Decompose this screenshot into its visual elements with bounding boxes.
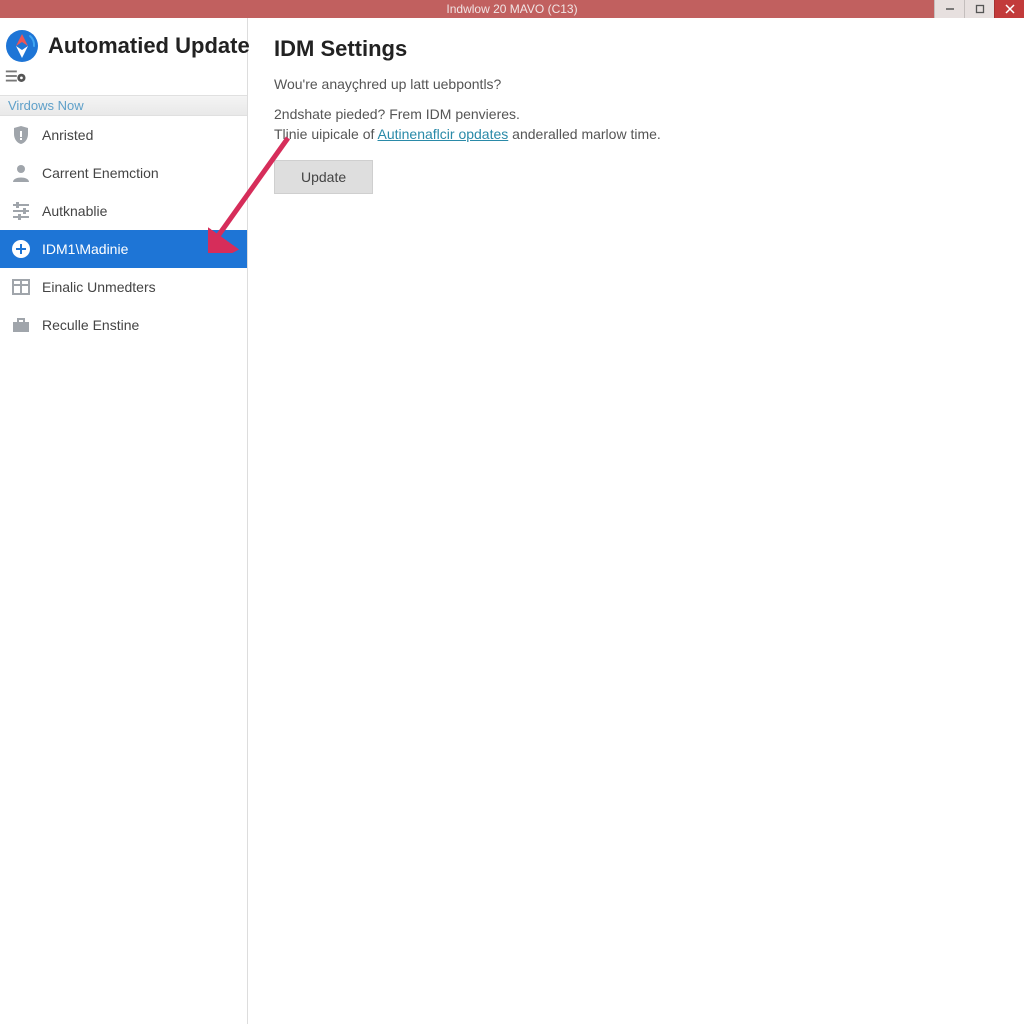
user-icon bbox=[10, 162, 32, 184]
shield-icon bbox=[10, 124, 32, 146]
sidebar-header: Automatied Update bbox=[0, 18, 247, 68]
sidebar-item-label: Carrent Enemction bbox=[42, 165, 159, 181]
paragraph-1: Wou're anayçhred up latt uebpontls? bbox=[274, 76, 998, 92]
sidebar-section-header: Virdows Now bbox=[0, 95, 247, 116]
maximize-icon bbox=[975, 4, 985, 14]
minimize-button[interactable] bbox=[934, 0, 964, 18]
plus-circle-icon bbox=[10, 238, 32, 260]
sidebar-item-idm[interactable]: IDM1\Madinie bbox=[0, 230, 247, 268]
sidebar-item-anristed[interactable]: Anristed bbox=[0, 116, 247, 154]
sidebar-item-autknablie[interactable]: Autknablie bbox=[0, 192, 247, 230]
window-title: Indwlow 20 MAVO (C13) bbox=[446, 2, 577, 16]
sidebar-nav: Anristed Carrent Enemction Autknablie bbox=[0, 116, 247, 344]
window-titlebar: Indwlow 20 MAVO (C13) bbox=[0, 0, 1024, 18]
paragraph-3: Tlinie uipicale of Autinenaflcir opdates… bbox=[274, 126, 998, 142]
sidebar-item-einalic[interactable]: Einalic Unmedters bbox=[0, 268, 247, 306]
sliders-icon bbox=[10, 200, 32, 222]
sidebar: Automatied Update Virdows Now Anristed bbox=[0, 18, 248, 1024]
paragraph-3-post: anderalled marlow time. bbox=[508, 126, 661, 142]
update-button[interactable]: Update bbox=[274, 160, 373, 194]
page-title: IDM Settings bbox=[274, 36, 998, 62]
sidebar-toolbar bbox=[0, 68, 247, 95]
hamburger-gear-icon[interactable] bbox=[4, 68, 26, 87]
sidebar-item-carrent[interactable]: Carrent Enemction bbox=[0, 154, 247, 192]
close-button[interactable] bbox=[994, 0, 1024, 18]
briefcase-icon bbox=[10, 314, 32, 336]
sidebar-item-reculle[interactable]: Reculle Enstine bbox=[0, 306, 247, 344]
grid-icon bbox=[10, 276, 32, 298]
app-body: Automatied Update Virdows Now Anristed bbox=[0, 18, 1024, 1024]
paragraph-2: 2ndshate pieded? Frem IDM penvieres. bbox=[274, 106, 998, 122]
sidebar-item-label: Einalic Unmedters bbox=[42, 279, 156, 295]
window-controls bbox=[934, 0, 1024, 18]
main-panel: IDM Settings Wou're anayçhred up latt ue… bbox=[248, 18, 1024, 1024]
autoupdates-link[interactable]: Autinenaflcir opdates bbox=[378, 126, 509, 142]
sidebar-item-label: Autknablie bbox=[42, 203, 107, 219]
sidebar-item-label: IDM1\Madinie bbox=[42, 241, 128, 257]
sidebar-item-label: Anristed bbox=[42, 127, 93, 143]
sidebar-title: Automatied Update bbox=[48, 33, 250, 59]
maximize-button[interactable] bbox=[964, 0, 994, 18]
minimize-icon bbox=[945, 4, 955, 14]
sidebar-item-label: Reculle Enstine bbox=[42, 317, 139, 333]
app-logo-icon bbox=[4, 28, 40, 64]
close-icon bbox=[1005, 4, 1015, 14]
paragraph-3-pre: Tlinie uipicale of bbox=[274, 126, 378, 142]
